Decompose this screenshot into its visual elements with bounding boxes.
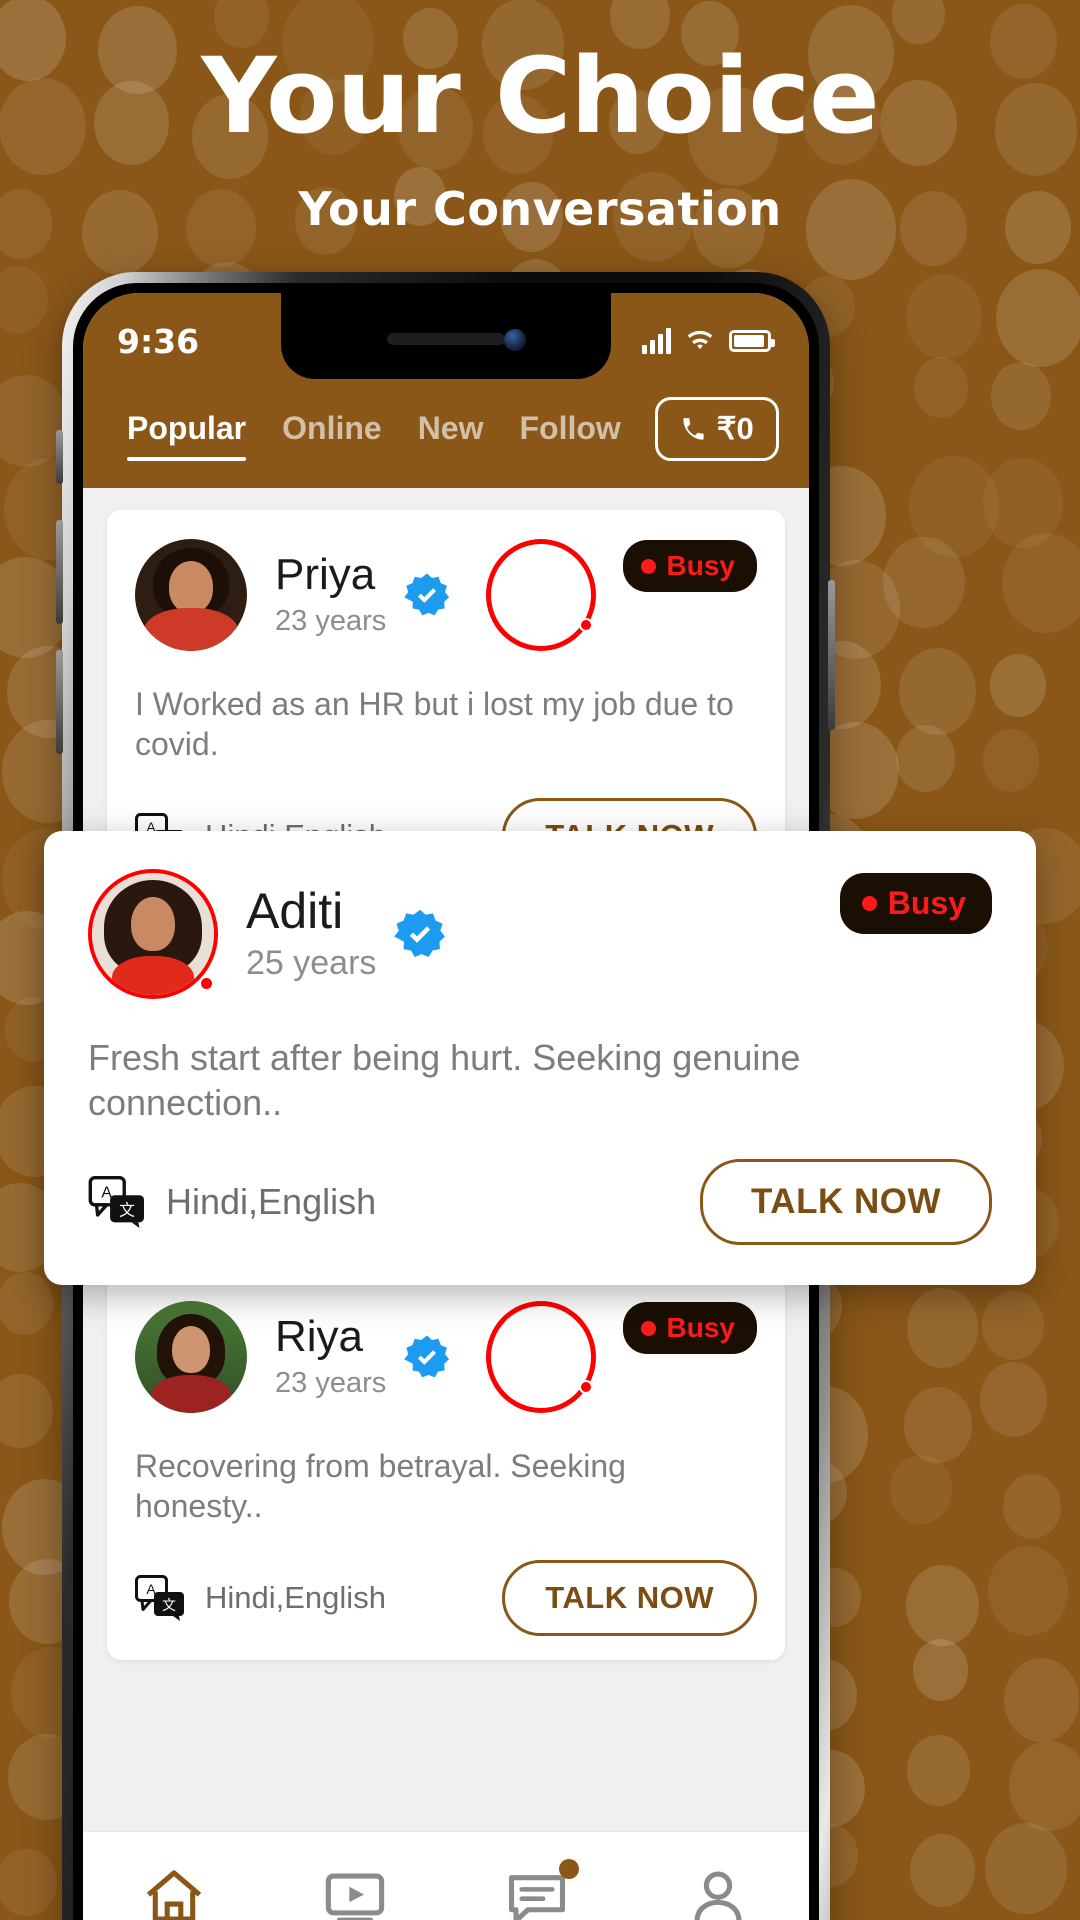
profile-card-footer: A 文 Hindi,English TALK NOW [88,1159,992,1245]
nav-item-home[interactable] [114,1863,234,1920]
profile-name: Aditi [246,882,344,939]
call-balance-button[interactable]: ₹0 [654,397,779,461]
bottom-navigation [83,1831,809,1920]
tab-new[interactable]: New [400,410,502,463]
profile-bio: Recovering from betrayal. Seeking honest… [135,1448,626,1524]
profile-name-block: Aditi 25 years [246,885,376,984]
battery-icon [729,330,775,352]
nav-item-video[interactable] [295,1863,415,1920]
profile-name: Priya [275,549,376,599]
verified-badge-icon [404,1335,450,1378]
tab-online[interactable]: Online [264,410,400,463]
status-badge: Busy [622,540,757,592]
portrait-aditi [92,873,214,995]
status-bar: 9:36 [83,315,809,367]
call-balance-amount: ₹0 [716,411,754,446]
video-player-icon [326,1872,385,1920]
profile-languages: A 文 Hindi,English [88,1176,376,1228]
status-time: 9:36 [117,321,200,361]
status-badge: Busy [622,1302,757,1354]
online-status-dot-icon [199,976,214,991]
profile-card-header: Aditi 25 years Busy [88,869,992,999]
status-badge-label: Busy [666,550,735,581]
portrait-riya [135,1301,247,1413]
person-profile-icon [694,1871,742,1920]
svg-text:文: 文 [162,1597,176,1613]
profile-age: 23 years [275,1367,387,1400]
talk-now-button[interactable]: TALK NOW [502,1560,757,1636]
profile-card-riya[interactable]: Riya 23 years Busy Recovering from betra… [107,1272,785,1660]
avatar[interactable] [135,539,247,651]
status-dot-icon [640,558,656,574]
promo-title: Your Choice [201,35,879,157]
profile-name: Riya [275,1311,364,1361]
status-icons [642,328,775,354]
live-dot-icon [579,618,594,632]
profile-language-label: Hindi,English [205,1580,386,1615]
live-dot-icon [579,1380,594,1394]
tab-popular[interactable]: Popular [109,410,264,463]
status-badge-label: Busy [666,1312,735,1343]
profile-card-header: Riya 23 years Busy [135,1298,757,1416]
verified-badge-icon [404,573,450,616]
phone-volume-down-button [56,650,63,754]
status-dot-icon [861,896,877,911]
profile-age: 23 years [275,605,387,638]
profile-card-header: Priya 23 years Busy [135,536,757,654]
app-top-bar: 9:36 Popular Online New Follow ₹0 [83,293,809,488]
profile-age: 25 years [246,944,377,983]
translate-icon: A 文 [88,1176,144,1228]
status-badge-label: Busy [887,885,966,921]
tab-follow[interactable]: Follow [501,410,638,463]
svg-text:文: 文 [119,1202,135,1220]
phone-power-button [828,580,835,730]
profile-bio: I Worked as an HR but i lost my job due … [135,686,734,762]
profile-card-aditi-featured[interactable]: Aditi 25 years Busy Fresh start after be… [44,831,1036,1285]
status-dot-icon [640,1320,656,1336]
profile-name-block: Riya 23 years [275,1311,387,1400]
profile-bio: Fresh start after being hurt. Seeking ge… [88,1037,801,1123]
signal-bars-icon [642,328,671,354]
phone-icon [683,417,704,440]
avatar-image [135,539,247,651]
nav-item-chat[interactable] [477,1858,597,1920]
avatar-image [135,1301,247,1413]
portrait-priya [135,539,247,651]
wifi-icon [687,330,713,350]
home-icon [146,1869,201,1920]
phone-volume-up-button [56,520,63,624]
promo-heading-group: Your Choice Your Conversation [0,44,1080,236]
promo-subtitle: Your Conversation [298,182,782,236]
avatar-image [88,869,218,999]
status-badge: Busy [839,873,992,934]
live-ring-indicator [486,1301,597,1413]
category-tabs: Popular Online New Follow ₹0 [83,384,809,488]
avatar[interactable] [88,869,218,999]
profile-language-label: Hindi,English [166,1181,377,1222]
live-ring-indicator [486,539,597,651]
profile-card-footer: A 文 Hindi,English TALK NOW [135,1560,757,1636]
avatar[interactable] [135,1301,247,1413]
translate-icon: A 文 [135,1575,184,1621]
phone-mute-button [56,430,63,484]
nav-item-profile[interactable] [658,1863,778,1920]
verified-badge-icon [394,909,446,957]
chat-notification-badge [558,1858,579,1879]
profile-name-block: Priya 23 years [275,549,387,638]
talk-now-button[interactable]: TALK NOW [700,1159,992,1245]
profile-languages: A 文 Hindi,English [135,1575,386,1621]
